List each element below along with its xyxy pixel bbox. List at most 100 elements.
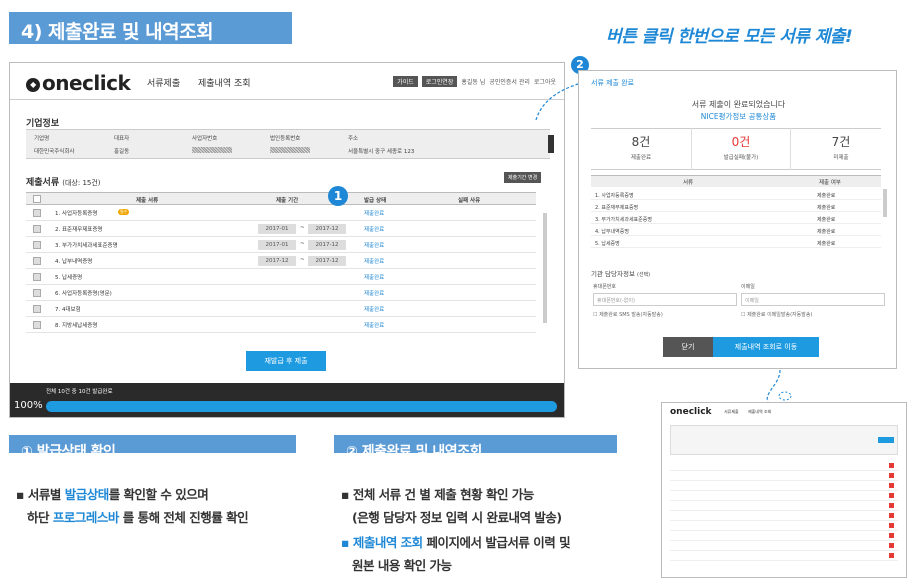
- close-button[interactable]: 닫기: [663, 337, 713, 357]
- thumb-pdf-icon: [889, 553, 894, 558]
- table-row[interactable]: 3. 부가가치세과세표준증명 2017-01 ~2017-12 제출완료: [26, 237, 536, 253]
- dialog-row: 3. 부가가치세과세표준증명 제출완료: [591, 213, 881, 224]
- row-checkbox[interactable]: [33, 305, 41, 313]
- slogan: 버튼 클릭 한번으로 모든 서류 제출!: [606, 27, 853, 47]
- thumb-row: [670, 531, 898, 541]
- masked-bizno: [192, 147, 232, 153]
- table-row[interactable]: 6. 사업자등록증명(영문) 제출완료: [26, 285, 536, 301]
- phone-label: 휴대폰번호: [593, 284, 617, 290]
- dialog-scrollbar[interactable]: [883, 189, 887, 217]
- table-row[interactable]: 4. 납부내역증명 2017-12 ~2017-12 제출완료: [26, 253, 536, 269]
- issue-status: 제출완료: [364, 211, 385, 217]
- row-checkbox[interactable]: [33, 321, 41, 329]
- stat-done: 8건 제출완료: [630, 135, 652, 161]
- doc-name: 5. 납세증명: [55, 275, 83, 281]
- nav-history[interactable]: 제출내역 조회: [198, 76, 251, 89]
- phone-input[interactable]: 휴대폰번호(-없이): [593, 293, 737, 306]
- table-scrollbar[interactable]: [543, 213, 547, 323]
- history-page-thumbnail[interactable]: oneclick 서류제출 제출내역 조회: [661, 402, 907, 578]
- thumb-row: [670, 491, 898, 501]
- thumb-row: [670, 521, 898, 531]
- thumb-row: [670, 461, 898, 471]
- sms-checkbox[interactable]: ☐ 제출완료 SMS 발송(자동발송): [593, 311, 663, 318]
- label-bizno: 사업자번호: [192, 136, 218, 142]
- period-to[interactable]: 2017-12: [308, 256, 346, 266]
- thumb-pdf-icon: [889, 543, 894, 548]
- logo-icon: ◆: [26, 77, 40, 92]
- thumb-pdf-icon: [889, 533, 894, 538]
- app-window: ◆ oneclick 서류제출 제출내역 조회 가이드 로그인연장 홍길동 님 공…: [9, 62, 565, 418]
- row-checkbox[interactable]: [33, 241, 41, 249]
- email-checkbox[interactable]: ☐ 제출완료 이메일발송(자동발송): [741, 311, 812, 318]
- doc-name: 1. 사업자등록증명: [55, 211, 98, 217]
- period-from[interactable]: 2017-01: [258, 240, 296, 250]
- row-checkbox[interactable]: [33, 225, 41, 233]
- progress-panel: 전체 10건 중 10건 발급완료 100%: [10, 383, 564, 417]
- thumb-row: [670, 501, 898, 511]
- value-company: 대한민국주식회사: [34, 149, 75, 155]
- row-checkbox[interactable]: [33, 273, 41, 281]
- divider: [10, 99, 564, 100]
- email-label: 이메일: [741, 284, 755, 290]
- label-ceo: 대표자: [114, 136, 130, 142]
- cert-link[interactable]: 공인인증서 관리: [489, 77, 530, 86]
- issue-status: 제출완료: [364, 259, 385, 265]
- login-extend-button[interactable]: 로그인연장: [421, 76, 458, 87]
- section1-line2: 하단 프로그레스바 를 통해 전체 진행률 확인: [27, 510, 249, 525]
- app-logo[interactable]: ◆ oneclick: [26, 71, 131, 95]
- row-checkbox[interactable]: [33, 209, 41, 217]
- thumb-nav-history: 제출내역 조회: [748, 409, 772, 414]
- label-company: 기업명: [34, 136, 50, 142]
- panel-toggle[interactable]: [548, 135, 554, 153]
- thumb-search-button: [878, 437, 894, 443]
- callout-badge-1: 1: [328, 186, 348, 206]
- value-address: 서울특별시 중구 세종로 123: [348, 149, 415, 155]
- period-from[interactable]: 2017-01: [258, 224, 296, 234]
- dialog-product: NICE평가정보 공통상품: [700, 112, 777, 121]
- row-checkbox[interactable]: [33, 289, 41, 297]
- period-sep: ~: [300, 225, 305, 231]
- submit-complete-dialog: 서류 제출 완료 서류 제출이 완료되었습니다 NICE평가정보 공통상품 8건…: [578, 70, 897, 369]
- dialog-row: 4. 납부내역증명 제출완료: [591, 225, 881, 236]
- thumb-table: [670, 461, 898, 561]
- nav-submit[interactable]: 서류제출: [147, 76, 180, 89]
- progress-percent: 100%: [14, 400, 43, 411]
- table-row[interactable]: 8. 지방세납세증명 제출완료: [26, 317, 536, 333]
- label-corpno: 법인등록번호: [270, 136, 301, 142]
- thumb-pdf-icon: [889, 473, 894, 478]
- section1-title: ① 발급상태 확인: [9, 435, 296, 460]
- contact-title: 기관 담당자정보 (선택): [591, 270, 651, 278]
- docs-table: 제출 서류 제출 기간 발급 상태 실패 사유 1. 사업자등록증명 필수 제출완료…: [26, 192, 536, 333]
- progress-bar: [46, 401, 557, 412]
- value-ceo: 홍길동: [114, 149, 130, 155]
- email-input[interactable]: 이메일: [741, 293, 885, 306]
- guide-button[interactable]: 가이드: [393, 76, 418, 87]
- dialog-row: 2. 표준재무제표증명 제출완료: [591, 201, 881, 212]
- company-info-bar: 기업명 대한민국주식회사 대표자 홍길동 사업자번호 법인등록번호 주소 서울특별시 …: [26, 129, 550, 159]
- period-to[interactable]: 2017-12: [308, 240, 346, 250]
- period-from[interactable]: 2017-12: [258, 256, 296, 266]
- thumb-pdf-icon: [889, 513, 894, 518]
- issue-status: 제출완료: [364, 307, 385, 313]
- row-checkbox[interactable]: [33, 257, 41, 265]
- thumb-pdf-icon: [889, 493, 894, 498]
- table-row[interactable]: 5. 납세증명 제출완료: [26, 269, 536, 285]
- docs-section-title: 제출서류 (대상: 15건): [26, 178, 101, 188]
- thumb-row: [670, 471, 898, 481]
- period-sep: ~: [300, 241, 305, 247]
- go-history-button[interactable]: 제출내역 조회로 이동: [713, 337, 819, 357]
- table-row[interactable]: 7. 4대보험 제출완료: [26, 301, 536, 317]
- select-all-checkbox[interactable]: [33, 195, 41, 203]
- change-period-button[interactable]: 제출기간 변경: [504, 172, 542, 183]
- dialog-row: 5. 납세증명 제출완료: [591, 237, 881, 248]
- period-to[interactable]: 2017-12: [308, 224, 346, 234]
- doc-name: 7. 4대보험: [55, 307, 81, 313]
- table-row[interactable]: 2. 표준재무제표증명 2017-01 ~2017-12 제출완료: [26, 221, 536, 237]
- thumb-pdf-icon: [889, 503, 894, 508]
- stat-fail: 0건 발급실패(불가): [723, 135, 759, 161]
- reissue-submit-button[interactable]: 재발급 후 제출: [246, 351, 326, 371]
- masked-corpno: [270, 147, 310, 153]
- company-section-title: 기업정보: [26, 119, 60, 129]
- table-row[interactable]: 1. 사업자등록증명 필수 제출완료: [26, 205, 536, 221]
- issue-status: 제출완료: [364, 227, 385, 233]
